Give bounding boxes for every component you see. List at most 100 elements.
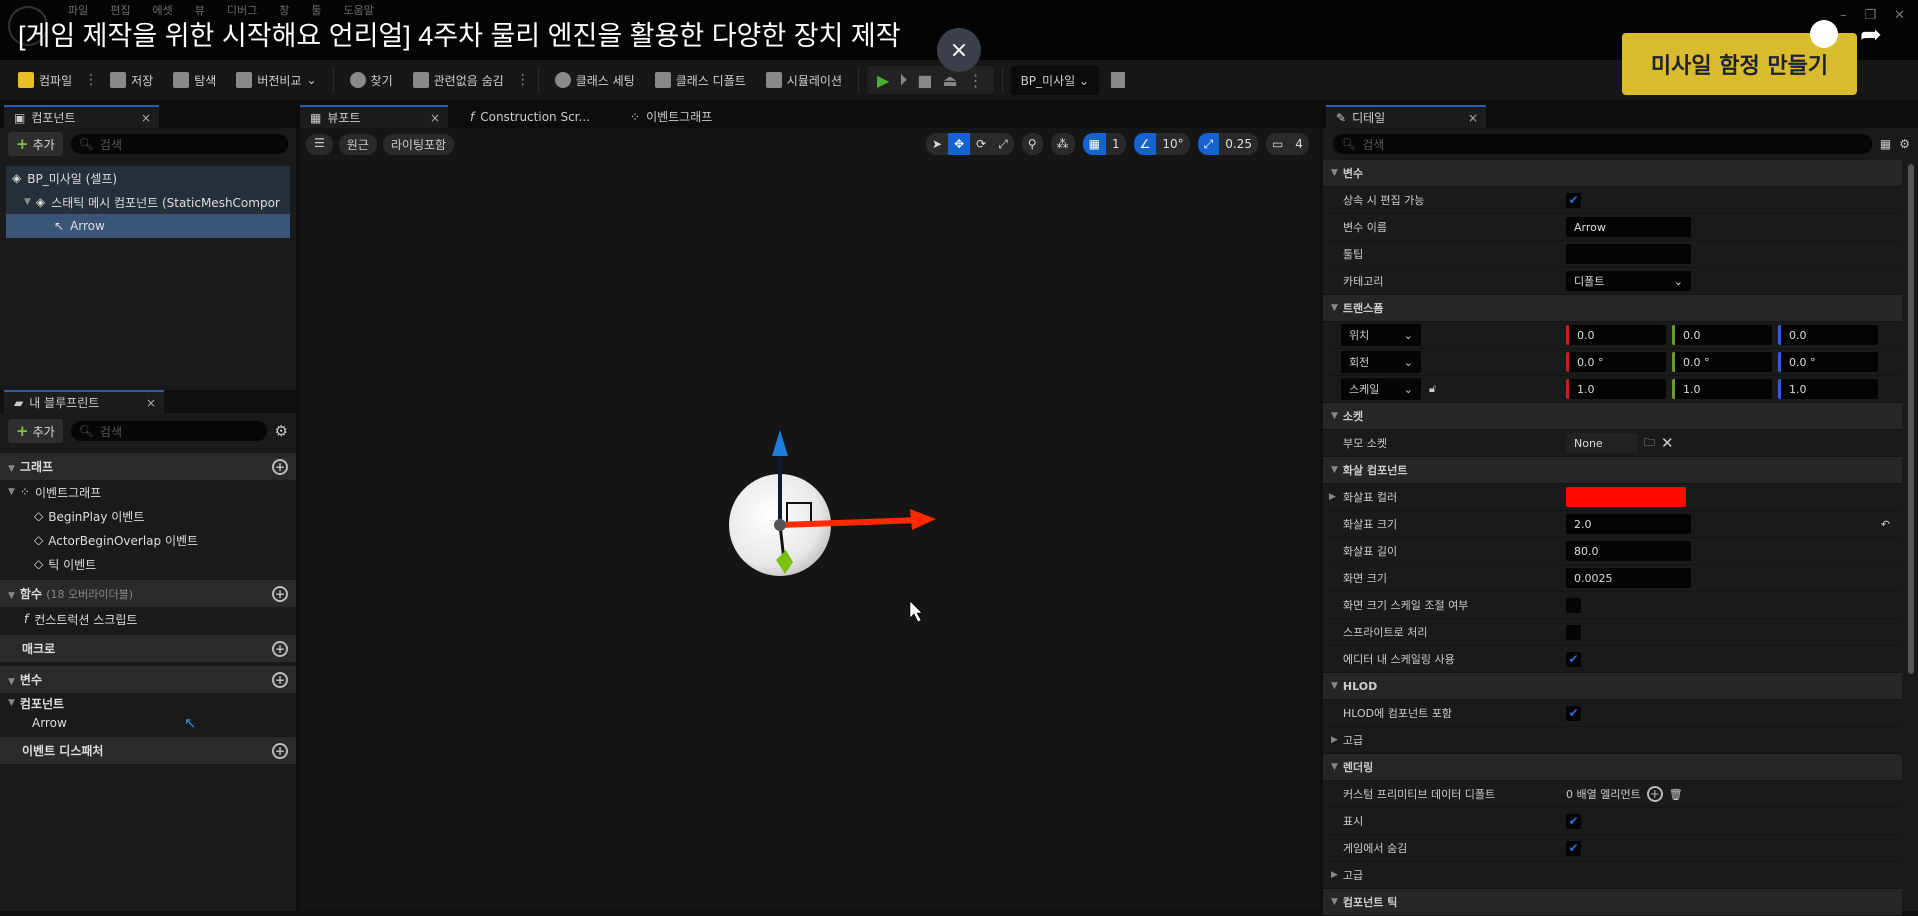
component-search-input[interactable]: 🔍︎ 검색 xyxy=(70,134,288,154)
step-icon[interactable]: ⏵ xyxy=(899,70,907,90)
scale-z-input[interactable]: 1.0 xyxy=(1778,379,1878,399)
tree-item-static-mesh[interactable]: ▼ ◈ 스태틱 메시 컴포넌트 (StaticMeshCompor xyxy=(6,190,290,214)
scale-x-input[interactable]: 1.0 xyxy=(1566,379,1666,399)
gear-icon[interactable]: ⚙ xyxy=(1899,137,1910,151)
rotation-x-input[interactable]: 0.0 ° xyxy=(1566,352,1666,372)
diff-button[interactable]: 버전비교 ⌄ xyxy=(228,65,324,95)
clear-icon[interactable]: ✕ xyxy=(1661,434,1674,452)
stop-icon[interactable]: ■ xyxy=(917,71,932,90)
simulation-button[interactable]: 시뮬레이션 xyxy=(758,65,850,95)
tooltip-input[interactable] xyxy=(1566,244,1691,264)
add-circle-icon[interactable]: + xyxy=(272,742,288,759)
section-event-dispatchers[interactable]: 이벤트 디스패처 + xyxy=(0,737,296,764)
blueprint-search-input[interactable]: 🔍︎ 검색 xyxy=(70,421,267,441)
category-combo[interactable]: 디폴트 ⌄ xyxy=(1566,271,1691,291)
trash-icon[interactable]: 🗑︎ xyxy=(1669,788,1683,801)
gizmo-z-arrow[interactable] xyxy=(772,430,788,456)
section-variable[interactable]: ▼ 변수 xyxy=(1323,160,1902,187)
arrow-length-input[interactable]: 80.0 xyxy=(1566,541,1691,561)
add-circle-icon[interactable]: + xyxy=(272,458,288,475)
scale-y-input[interactable]: 1.0 xyxy=(1672,379,1772,399)
watch-later-icon[interactable] xyxy=(1810,20,1838,48)
variable-category-components[interactable]: ▼ 컴포넌트 xyxy=(0,693,296,713)
find-button[interactable]: 찾기 xyxy=(342,65,401,95)
gizmo-x-arrow[interactable] xyxy=(910,509,936,530)
close-icon[interactable]: × xyxy=(141,111,151,125)
hlod-advanced[interactable]: ▶ 고급 xyxy=(1323,727,1902,754)
section-functions[interactable]: ▼ 함수 (18 오버라이더블) + xyxy=(0,580,296,607)
class-defaults-button[interactable]: 클래스 디폴트 xyxy=(647,65,754,95)
hidden-in-game-checkbox[interactable]: ✔ xyxy=(1566,840,1581,856)
event-item-tick[interactable]: ◇ 틱 이벤트 xyxy=(0,552,296,576)
arrow-size-input[interactable]: 2.0 xyxy=(1566,514,1691,534)
rotation-z-input[interactable]: 0.0 ° xyxy=(1778,352,1878,372)
expand-icon[interactable]: ▼ xyxy=(24,197,31,207)
event-graph-item[interactable]: ▼ ⁘ 이벤트그래프 xyxy=(0,480,296,504)
tree-item-arrow[interactable]: ↖ Arrow xyxy=(6,214,290,238)
close-overlay-button[interactable]: × xyxy=(937,28,981,72)
event-item-actorbeginoverlap[interactable]: ◇ ActorBeginOverlap 이벤트 xyxy=(0,528,296,552)
construction-script-item[interactable]: f 컨스트럭션 스크립트 xyxy=(0,607,296,631)
section-component-tick[interactable]: ▼ 컴포넌트 틱 xyxy=(1323,889,1902,916)
more-options-icon[interactable]: ⋮ xyxy=(516,72,530,88)
arrow-color-swatch[interactable] xyxy=(1566,487,1686,507)
section-sockets[interactable]: ▼ 소켓 xyxy=(1323,403,1902,430)
add-component-button[interactable]: + 추가 xyxy=(8,132,63,156)
editor-scale-checkbox[interactable]: ✔ xyxy=(1566,651,1581,667)
close-icon[interactable]: × xyxy=(146,396,156,410)
section-transform[interactable]: ▼ 트랜스폼 xyxy=(1323,295,1902,322)
tab-construction-script[interactable]: f Construction Scr... xyxy=(460,105,600,128)
folder-search-icon[interactable]: 🗀 xyxy=(1644,434,1655,453)
add-circle-icon[interactable]: + xyxy=(272,585,288,602)
section-rendering[interactable]: ▼ 렌더링 xyxy=(1323,754,1902,781)
viewport[interactable]: ☰ 원근 라이팅포함 ➤ ✥ ⟳ ⤢ ⚲ ⁂ ▦ 1 ∠ 10° ⤢ 0.25 ▭ 4 xyxy=(300,128,1320,911)
eject-icon[interactable]: ⏏ xyxy=(942,71,957,90)
close-icon[interactable]: × xyxy=(1468,111,1478,125)
table-view-icon[interactable]: ▦ xyxy=(1880,137,1891,151)
rendering-advanced[interactable]: ▶ 고급 xyxy=(1323,862,1902,889)
section-variables[interactable]: ▼ 변수 + xyxy=(0,666,296,693)
play-options-icon[interactable]: ⋮ xyxy=(968,71,984,90)
location-z-input[interactable]: 0.0 xyxy=(1778,325,1878,345)
instance-editable-checkbox[interactable]: ✔ xyxy=(1566,192,1581,208)
location-dropdown[interactable]: 위치 ⌄ xyxy=(1341,324,1421,346)
gear-icon[interactable]: ⚙ xyxy=(275,422,288,440)
section-graphs[interactable]: ▼ 그래프 + xyxy=(0,453,296,480)
add-member-button[interactable]: + 추가 xyxy=(8,419,63,443)
location-x-input[interactable]: 0.0 xyxy=(1566,325,1666,345)
event-item-beginplay[interactable]: ◇ BeginPlay 이벤트 xyxy=(0,504,296,528)
share-icon[interactable]: ➦ xyxy=(1860,20,1882,50)
screen-size-input[interactable]: 0.0025 xyxy=(1566,568,1691,588)
close-icon[interactable]: × xyxy=(430,111,440,125)
compile-button[interactable]: 컴파일 xyxy=(10,65,80,95)
rotation-y-input[interactable]: 0.0 ° xyxy=(1672,352,1772,372)
section-arrow-component[interactable]: ▼ 화살 컴포넌트 xyxy=(1323,457,1902,484)
variable-item-arrow[interactable]: Arrow ↖ xyxy=(0,713,296,733)
rotation-dropdown[interactable]: 회전 ⌄ xyxy=(1341,351,1421,373)
save-button[interactable]: 저장 xyxy=(102,65,161,95)
play-icon[interactable]: ▶ xyxy=(877,71,889,90)
add-element-icon[interactable]: + xyxy=(1646,786,1663,802)
sprite-checkbox[interactable] xyxy=(1566,624,1581,640)
hlod-include-checkbox[interactable]: ✔ xyxy=(1566,705,1581,721)
tab-details[interactable]: ✎ 디테일 × xyxy=(1326,105,1486,128)
reset-to-default-icon[interactable]: ↶ xyxy=(1881,518,1890,531)
hide-unrelated-button[interactable]: 관련없음 숨김 xyxy=(405,65,512,95)
gizmo-center[interactable] xyxy=(774,519,786,531)
add-circle-icon[interactable]: + xyxy=(272,640,288,657)
tab-viewport[interactable]: ▦ 뷰포트 × xyxy=(300,105,448,128)
details-scrollbar[interactable] xyxy=(1908,164,1914,674)
add-circle-icon[interactable]: + xyxy=(272,671,288,688)
tab-event-graph[interactable]: ⁘ 이벤트그래프 xyxy=(620,105,722,128)
class-settings-button[interactable]: 클래스 세팅 xyxy=(547,65,643,95)
visible-checkbox[interactable]: ✔ xyxy=(1566,813,1581,829)
tree-item-self[interactable]: ◈ BP_미사일 (셀프) xyxy=(6,166,290,190)
screen-scale-checkbox[interactable] xyxy=(1566,597,1581,613)
blueprint-debug-select[interactable]: BP_미사일 ⌄ xyxy=(1010,65,1100,95)
section-macros[interactable]: 매크로 + xyxy=(0,635,296,662)
expand-icon[interactable]: ▶ xyxy=(1329,492,1336,502)
variable-name-input[interactable]: Arrow xyxy=(1566,217,1691,237)
minimize-icon[interactable]: – xyxy=(1840,8,1847,23)
close-window-icon[interactable]: ✕ xyxy=(1894,8,1905,23)
scale-dropdown[interactable]: 스케일 ⌄ xyxy=(1341,378,1421,400)
